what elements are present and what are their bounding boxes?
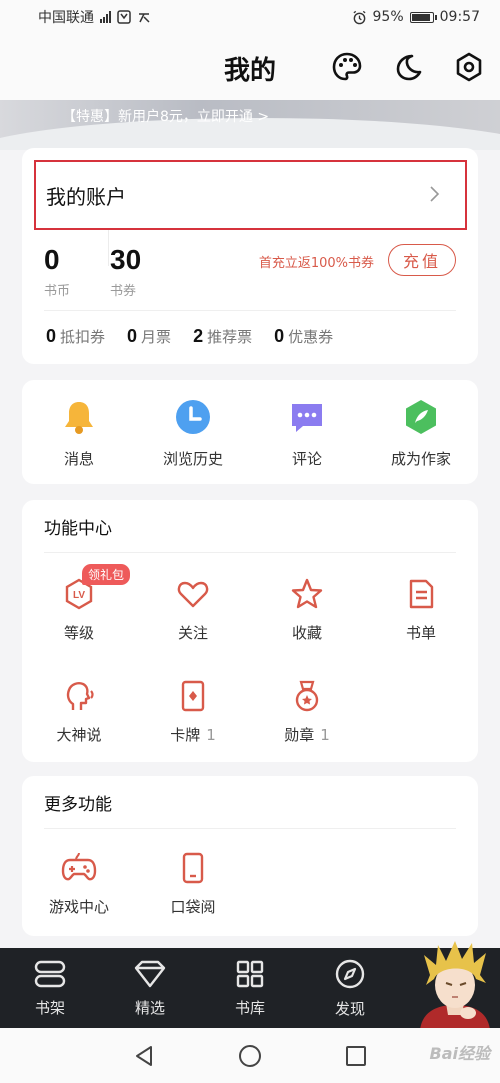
app-notification-icon	[139, 13, 150, 23]
medal-icon	[289, 678, 325, 714]
battery-percent: 95%	[372, 9, 404, 25]
my-account-title: 我的账户	[46, 184, 126, 209]
more-features-card: 更多功能 游戏中心 口袋阅	[22, 776, 478, 936]
function-item-favorites[interactable]: 收藏	[250, 576, 364, 643]
heart-icon	[175, 576, 211, 612]
chat-icon	[292, 404, 322, 432]
my-account-row[interactable]: 我的账户	[34, 160, 467, 230]
gift-badge[interactable]: 领礼包	[82, 564, 131, 585]
system-nav-bar	[0, 1028, 500, 1083]
phone-icon	[175, 850, 211, 886]
nav-bookshelf[interactable]: 书架	[0, 948, 100, 1028]
section-title: 更多功能	[44, 795, 112, 815]
function-item-great-god-says[interactable]: 大神说	[22, 678, 136, 745]
carrier-label: 中国联通	[38, 10, 94, 26]
nav-featured[interactable]: 精选	[100, 948, 200, 1028]
divider	[108, 230, 109, 266]
coins-label: 书币	[44, 284, 71, 299]
promo-banner[interactable]: 【特惠】新用户8元，立即开通 >	[0, 100, 500, 150]
coupon-item[interactable]: 0 优惠券	[274, 326, 333, 347]
booklist-icon	[403, 576, 439, 612]
function-center-card: 功能中心 LV 领礼包 等级 关注 收藏 书单 大神说 卡牌 1 勋章 1	[22, 500, 478, 762]
grid-icon	[236, 960, 264, 987]
svg-text:LV: LV	[73, 590, 85, 601]
section-title: 功能中心	[44, 519, 112, 539]
vouchers-label: 书券	[110, 284, 137, 299]
nav-discover[interactable]: 发现	[300, 948, 400, 1028]
bell-icon	[65, 402, 93, 434]
coins-value: 0	[44, 244, 60, 275]
clock-icon	[176, 400, 210, 434]
alarm-icon	[352, 10, 366, 24]
recents-icon[interactable]	[342, 1042, 370, 1070]
divider	[44, 828, 456, 829]
function-item-booklist[interactable]: 书单	[364, 576, 478, 643]
account-card: 我的账户 0 书币 30 书券 首充立返100%书券 充值 0 抵扣券 0 月票 2…	[22, 148, 478, 364]
coupon-item[interactable]: 0 月票	[127, 326, 171, 347]
quick-item-comments[interactable]: 评论	[250, 398, 364, 484]
watermark: Bai经验	[429, 1044, 490, 1063]
diamond-icon	[134, 960, 166, 987]
battery-icon	[409, 11, 437, 23]
vouchers-stat[interactable]: 30 书券	[110, 244, 141, 299]
card-icon	[175, 678, 211, 714]
coupon-row: 0 抵扣券 0 月票 2 推荐票 0 优惠券	[46, 326, 333, 347]
quick-item-become-writer[interactable]: 成为作家	[364, 398, 478, 484]
settings-hex-icon[interactable]	[451, 49, 487, 85]
vouchers-value: 30	[110, 244, 142, 275]
function-item-medals[interactable]: 勋章 1	[250, 678, 364, 745]
signal-icon	[100, 11, 111, 23]
cards-count: 1	[206, 726, 216, 744]
coupon-item[interactable]: 2 推荐票	[193, 326, 252, 347]
medals-count: 1	[320, 726, 330, 744]
quick-actions-card: 消息 浏览历史 评论 成为作家	[22, 380, 478, 484]
divider	[44, 552, 456, 553]
quill-icon	[406, 400, 436, 434]
head-speak-icon	[61, 678, 97, 714]
more-item-game-center[interactable]: 游戏中心	[22, 850, 136, 917]
promo-banner-text: 【特惠】新用户8元，立即开通 >	[62, 109, 270, 125]
home-icon[interactable]	[236, 1042, 264, 1070]
status-bar: 中国联通 95% 09:57	[0, 0, 500, 34]
divider	[44, 310, 456, 311]
quick-item-messages[interactable]: 消息	[22, 398, 136, 484]
palette-icon[interactable]	[329, 49, 365, 85]
coins-stat[interactable]: 0 书币	[44, 244, 70, 299]
recharge-promo-text: 首充立返100%书券	[258, 256, 374, 271]
recharge-button[interactable]: 充值	[388, 244, 456, 276]
star-icon	[289, 576, 325, 612]
nav-library[interactable]: 书库	[200, 948, 300, 1028]
page-header: 我的	[0, 34, 500, 100]
back-icon[interactable]	[130, 1042, 158, 1070]
compass-icon	[335, 959, 365, 988]
app-notification-icon	[117, 10, 131, 24]
coupon-item[interactable]: 0 抵扣券	[46, 326, 105, 347]
chevron-right-icon	[430, 186, 440, 202]
clock-time: 09:57	[439, 9, 480, 25]
bookshelf-icon	[34, 960, 66, 987]
function-item-level[interactable]: LV 领礼包 等级	[22, 564, 136, 643]
moon-icon[interactable]	[390, 49, 426, 85]
more-item-pocket-read[interactable]: 口袋阅	[136, 850, 250, 917]
function-item-cards[interactable]: 卡牌 1	[136, 678, 250, 745]
mascot-avatar[interactable]	[410, 935, 500, 1030]
quick-item-history[interactable]: 浏览历史	[136, 398, 250, 484]
function-item-follow[interactable]: 关注	[136, 576, 250, 643]
gamepad-icon	[61, 850, 97, 886]
